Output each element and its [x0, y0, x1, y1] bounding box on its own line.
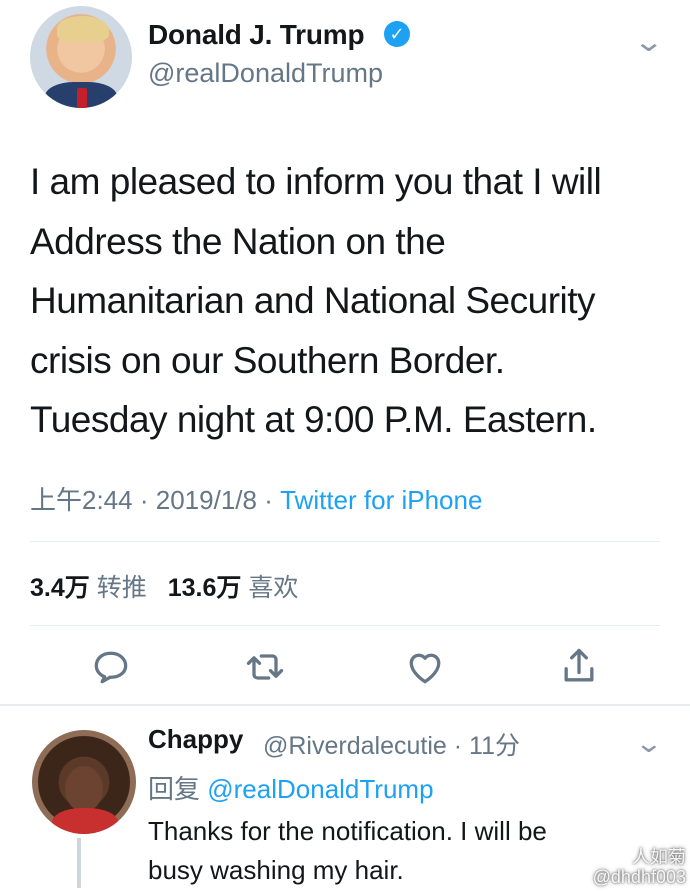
verified-badge-icon: ✓ — [384, 21, 410, 47]
tweet-text-line: crisis on our Southern Border. — [30, 339, 505, 381]
retweets-count[interactable]: 3.4万 — [30, 574, 90, 602]
reply-text-line: busy washing my hair. — [148, 855, 404, 885]
watermark: 人如菊 @dhdhf003 — [593, 847, 686, 887]
reply-button[interactable] — [85, 645, 137, 689]
reply-icon — [94, 651, 128, 684]
reply-label: 回复 — [148, 774, 201, 804]
author-name[interactable]: Donald J. Trump — [148, 19, 365, 51]
likes-count[interactable]: 13.6万 — [168, 574, 242, 602]
tweet-meta: 上午2:44 · 2019/1/8 · Twitter for iPhone — [30, 480, 482, 517]
tweet-text-line: Humanitarian and National Security — [30, 280, 596, 321]
author-avatar[interactable] — [30, 6, 132, 108]
tweet-text-line: Address the Nation on the — [30, 220, 446, 262]
avatar-tie — [77, 88, 87, 108]
watermark-line2: @dhdhf003 — [592, 867, 686, 887]
avatar-shirt — [52, 808, 118, 834]
retweet-button[interactable] — [239, 645, 291, 689]
avatar-hair — [57, 16, 109, 42]
tweet-date: 2019/1/8 — [155, 485, 257, 515]
reply-author-name[interactable]: Chappy — [148, 724, 243, 755]
tweet-actions — [85, 645, 605, 695]
reply-time-ago: 11分 — [469, 732, 520, 760]
reply-text-line: Thanks for the notification. I will be — [148, 816, 547, 846]
tweet-time: 上午2:44 — [30, 485, 133, 515]
divider — [30, 625, 660, 626]
reply-author-handle[interactable]: @Riverdalecutie — [263, 732, 447, 760]
reply-author-avatar[interactable] — [32, 730, 136, 834]
watermark-line1: 人如菊 — [632, 847, 686, 867]
tweet-text-line: Tuesday night at 9:00 P.M. Eastern. — [30, 399, 597, 440]
retweets-label[interactable]: 转推 — [97, 574, 147, 602]
reply-author-meta: @Riverdalecutie · 11分 — [263, 726, 520, 762]
tweet-text: I am pleased to inform you that I will A… — [30, 152, 655, 450]
tweet-text-line: I am pleased to inform you that I will — [30, 161, 602, 202]
meta-separator: · — [264, 485, 273, 515]
reply-text: Thanks for the notification. I will be b… — [148, 812, 547, 890]
thread-line — [77, 838, 81, 888]
tweet-stats: 3.4万 转推 13.6万 喜欢 — [30, 568, 312, 604]
reply-to-line: 回复 @realDonaldTrump — [148, 769, 434, 806]
divider — [30, 541, 660, 542]
meta-separator: · — [139, 485, 149, 515]
meta-separator: · — [453, 732, 463, 760]
chevron-down-icon[interactable]: ⌄ — [632, 25, 664, 58]
tweet-source-link[interactable]: Twitter for iPhone — [280, 485, 482, 515]
likes-label[interactable]: 喜欢 — [248, 574, 298, 602]
share-button[interactable] — [553, 645, 605, 689]
reply-mention-link[interactable]: @realDonaldTrump — [207, 774, 433, 804]
section-divider — [0, 704, 690, 706]
avatar-face — [65, 766, 103, 812]
retweet-icon — [246, 654, 284, 680]
chevron-down-icon[interactable]: ⌄ — [634, 728, 663, 759]
share-icon — [564, 648, 594, 682]
heart-icon — [409, 653, 441, 684]
author-handle[interactable]: @realDonaldTrump — [148, 58, 383, 89]
like-button[interactable] — [399, 645, 451, 689]
